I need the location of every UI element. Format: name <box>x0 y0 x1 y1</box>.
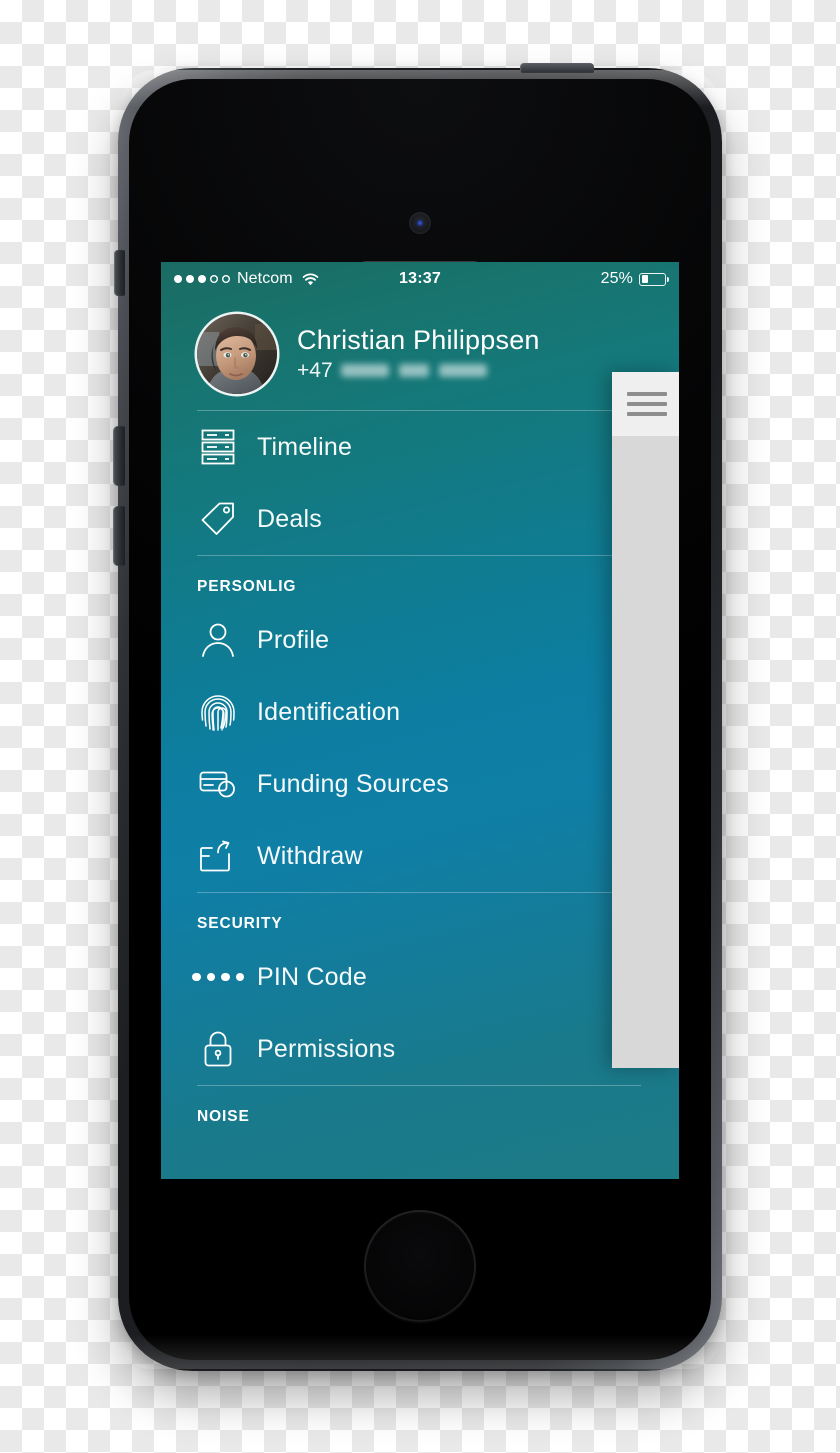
person-icon <box>197 622 239 658</box>
menu-item-label: Withdraw <box>257 841 363 870</box>
status-bar-right: 25% <box>600 270 670 288</box>
menu-item-deals[interactable]: Deals <box>197 483 679 555</box>
tag-icon <box>197 501 239 537</box>
padlock-icon <box>197 1030 239 1068</box>
fingerprint-icon <box>197 693 239 731</box>
menu-item-label: PIN Code <box>257 962 367 991</box>
carrier-label: Netcom <box>237 270 293 287</box>
menu-item-timeline[interactable]: Timeline <box>197 411 679 483</box>
profile-text: Christian Philippsen +47 <box>297 325 540 383</box>
wifi-icon <box>302 272 319 286</box>
menu-item-label: Funding Sources <box>257 769 450 798</box>
pin-dots-icon <box>192 972 244 982</box>
volume-down-button[interactable] <box>113 506 125 566</box>
power-button[interactable] <box>520 63 594 73</box>
menu-item-funding-sources[interactable]: Funding Sources <box>197 748 679 820</box>
drawer-menu: Timeline Deals PERSONLIG Profile Identif… <box>161 410 679 1134</box>
menu-item-label: Profile <box>257 625 330 654</box>
section-header-personlig: PERSONLIG <box>197 578 297 595</box>
avatar[interactable] <box>197 314 277 394</box>
front-camera <box>409 212 431 234</box>
credit-card-icon <box>197 769 239 799</box>
volume-up-button[interactable] <box>113 426 125 486</box>
signal-strength-icon <box>174 275 230 283</box>
profile-header[interactable]: Christian Philippsen +47 <box>161 296 679 410</box>
timeline-icon <box>197 429 239 465</box>
menu-item-label: Permissions <box>257 1034 396 1063</box>
section-header-security: SECURITY <box>197 915 283 932</box>
hamburger-menu-icon[interactable] <box>627 392 667 416</box>
canvas: Netcom 13:37 25% Christian Philippsen +4… <box>0 0 840 1453</box>
menu-item-label: Deals <box>257 504 322 533</box>
status-bar-left: Netcom <box>174 270 319 288</box>
section-header-noise: NOISE <box>197 1108 250 1125</box>
user-avatar-photo <box>197 314 277 394</box>
menu-item-identification[interactable]: Identification <box>197 676 679 748</box>
withdraw-icon <box>197 840 239 872</box>
menu-item-profile[interactable]: Profile <box>197 604 679 676</box>
profile-name: Christian Philippsen <box>297 324 540 355</box>
phone-screen: Netcom 13:37 25% Christian Philippsen +4… <box>161 262 679 1179</box>
battery-icon <box>639 272 670 286</box>
menu-item-label: Timeline <box>257 432 353 461</box>
menu-item-withdraw[interactable]: Withdraw <box>197 820 679 892</box>
content-panel[interactable] <box>612 372 679 1068</box>
profile-phone: +47 <box>297 359 540 383</box>
mute-switch[interactable] <box>114 250 125 296</box>
menu-item-pin-code[interactable]: PIN Code <box>192 941 679 1013</box>
menu-item-label: Identification <box>257 697 401 726</box>
home-button[interactable] <box>364 1210 476 1322</box>
phone-number-redacted <box>340 364 487 378</box>
menu-item-permissions[interactable]: Permissions <box>197 1013 679 1085</box>
panel-navbar <box>612 372 679 436</box>
battery-percent-label: 25% <box>600 270 633 287</box>
status-bar: Netcom 13:37 25% <box>161 262 679 296</box>
phone-prefix: +47 <box>297 359 333 383</box>
